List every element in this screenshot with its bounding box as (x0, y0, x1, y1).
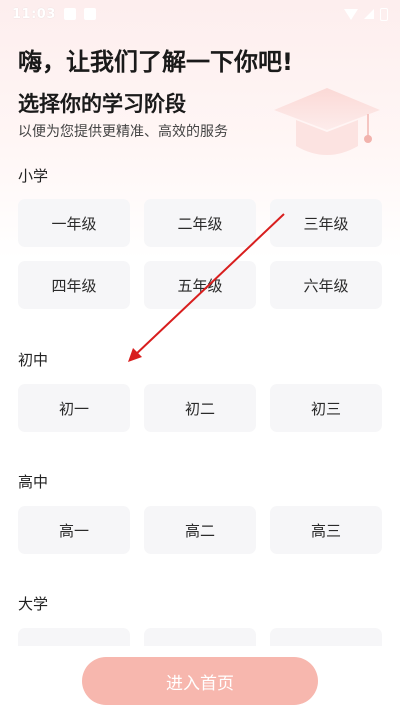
stage-selection-scroll-area[interactable]: 嗨，让我们了解一下你吧! 选择你的学习阶段 以便为您提供更精准、高效的服务 小学… (0, 0, 400, 646)
grade-button-senior-2[interactable]: 高二 (144, 506, 256, 554)
grade-button-senior-1[interactable]: 高一 (18, 506, 130, 554)
grade-button-primary-1[interactable]: 一年级 (18, 199, 130, 247)
greeting-heading: 嗨，让我们了解一下你吧! (18, 48, 293, 76)
grade-button-junior-1[interactable]: 初一 (18, 384, 130, 432)
grade-button-senior-3[interactable]: 高三 (270, 506, 382, 554)
grade-button-primary-5[interactable]: 五年级 (144, 261, 256, 309)
grade-button-primary-4[interactable]: 四年级 (18, 261, 130, 309)
grade-button-junior-2[interactable]: 初二 (144, 384, 256, 432)
enter-home-button[interactable]: 进入首页 (82, 657, 318, 705)
stage-subtitle: 以便为您提供更精准、高效的服务 (18, 124, 228, 140)
section-label-primary: 小学 (18, 167, 49, 185)
grade-button-primary-6[interactable]: 六年级 (270, 261, 382, 309)
section-label-university: 大学 (18, 595, 49, 613)
stage-title: 选择你的学习阶段 (18, 92, 186, 116)
section-label-senior-high: 高中 (18, 473, 49, 491)
grade-button-junior-3[interactable]: 初三 (270, 384, 382, 432)
grade-button-university-3[interactable] (270, 628, 382, 646)
grade-button-university-1[interactable] (18, 628, 130, 646)
grade-button-primary-2[interactable]: 二年级 (144, 199, 256, 247)
grade-button-primary-3[interactable]: 三年级 (270, 199, 382, 247)
grade-button-university-2[interactable] (144, 628, 256, 646)
section-label-junior-high: 初中 (18, 351, 49, 369)
graduation-cap-icon (274, 88, 380, 155)
